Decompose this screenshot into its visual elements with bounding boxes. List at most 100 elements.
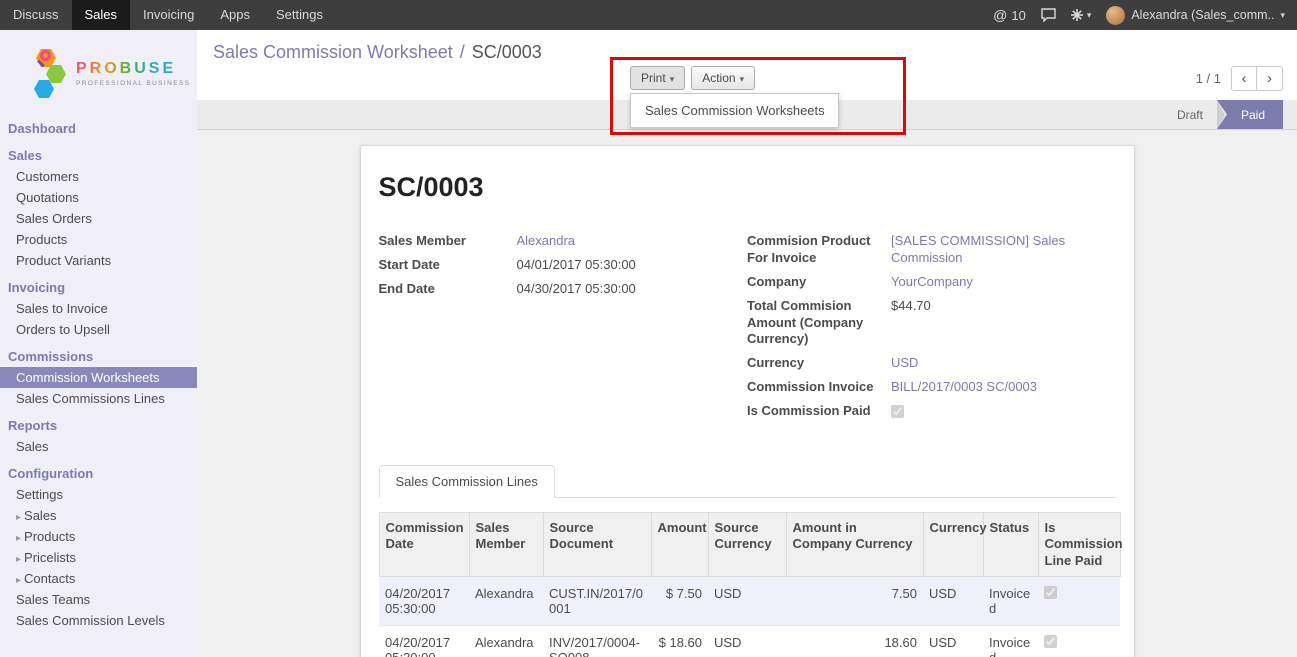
- breadcrumb-parent[interactable]: Sales Commission Worksheet: [213, 42, 453, 62]
- sidebar-item-sales-commission-levels[interactable]: Sales Commission Levels: [0, 610, 197, 631]
- breadcrumb-separator: /: [460, 42, 465, 62]
- field-label: Commission Invoice: [747, 379, 891, 396]
- expand-caret-icon: ▸: [16, 512, 21, 523]
- field-company: Company YourCompany: [747, 274, 1116, 291]
- sidebar-item-products[interactable]: Products: [0, 229, 197, 250]
- sidebar-item-sales-teams[interactable]: Sales Teams: [0, 589, 197, 610]
- sidebar-item-config-contacts[interactable]: ▸Contacts: [0, 568, 197, 589]
- field-value-currency[interactable]: USD: [891, 355, 918, 372]
- breadcrumb-current: SC/0003: [472, 42, 542, 62]
- table-row[interactable]: 04/20/2017 05:30:00 Alexandra CUST.IN/20…: [379, 576, 1120, 625]
- action-button[interactable]: Action▾: [691, 66, 755, 90]
- tab-strip: Sales Commission Lines: [379, 465, 1116, 498]
- menu-invoicing[interactable]: Invoicing: [130, 0, 207, 30]
- logo-name: PROBUSE: [76, 60, 190, 78]
- column-header-amount[interactable]: Amount: [651, 513, 708, 577]
- sidebar-heading-configuration[interactable]: Configuration: [0, 463, 197, 484]
- sidebar-heading-reports[interactable]: Reports: [0, 415, 197, 436]
- print-dropdown-menu: Sales Commission Worksheets: [630, 93, 839, 128]
- user-menu[interactable]: Alexandra (Sales_comm.. ▾: [1106, 6, 1285, 25]
- column-header-status[interactable]: Status: [983, 513, 1038, 577]
- chat-bubble-icon: [1041, 8, 1056, 22]
- sidebar-item-customers[interactable]: Customers: [0, 166, 197, 187]
- sidebar-heading-sales[interactable]: Sales: [0, 145, 197, 166]
- field-label: Sales Member: [379, 233, 517, 250]
- field-column-right: Commision Product For Invoice [SALES COM…: [747, 233, 1116, 427]
- field-label: Is Commission Paid: [747, 403, 891, 420]
- column-header-source-currency[interactable]: Source Currency: [708, 513, 786, 577]
- field-value-sales-member[interactable]: Alexandra: [517, 233, 576, 250]
- cell-source-currency: USD: [708, 576, 786, 625]
- sidebar-heading-invoicing[interactable]: Invoicing: [0, 277, 197, 298]
- menu-discuss[interactable]: Discuss: [0, 0, 72, 30]
- sidebar-item-reports-sales[interactable]: Sales: [0, 436, 197, 457]
- sidebar-item-quotations[interactable]: Quotations: [0, 187, 197, 208]
- sidebar-item-config-sales[interactable]: ▸Sales: [0, 505, 197, 526]
- app-logo[interactable]: PROBUSE PROFESSIONAL BUSINESS: [0, 30, 197, 112]
- mentions-button[interactable]: @ 10: [993, 7, 1026, 23]
- field-value-company[interactable]: YourCompany: [891, 274, 973, 291]
- menu-apps[interactable]: Apps: [207, 0, 263, 30]
- field-label: Total Commision Amount (Company Currency…: [747, 298, 891, 349]
- cell-amount: $ 7.50: [651, 576, 708, 625]
- field-sales-member: Sales Member Alexandra: [379, 233, 748, 250]
- chevron-down-icon: ▾: [1087, 10, 1092, 21]
- field-commission-invoice: Commission Invoice BILL/2017/0003 SC/000…: [747, 379, 1116, 396]
- field-label: Company: [747, 274, 891, 291]
- column-header-source-document[interactable]: Source Document: [543, 513, 651, 577]
- status-stage-paid: Paid: [1217, 100, 1283, 129]
- sidebar-item-sales-orders[interactable]: Sales Orders: [0, 208, 197, 229]
- chat-button[interactable]: [1041, 8, 1056, 22]
- print-button[interactable]: Print▾: [630, 66, 685, 90]
- sidebar-item-settings[interactable]: Settings: [0, 484, 197, 505]
- breadcrumb: Sales Commission Worksheet / SC/0003: [213, 42, 1297, 63]
- pager-previous-button[interactable]: ‹: [1231, 66, 1257, 91]
- user-name: Alexandra (Sales_comm..: [1131, 8, 1274, 22]
- sidebar-item-config-products[interactable]: ▸Products: [0, 526, 197, 547]
- cell-currency: USD: [923, 576, 983, 625]
- menu-settings[interactable]: Settings: [263, 0, 336, 30]
- avatar: [1106, 6, 1125, 25]
- field-label: Start Date: [379, 257, 517, 274]
- field-label: Currency: [747, 355, 891, 372]
- sidebar-heading-dashboard[interactable]: Dashboard: [0, 118, 197, 139]
- sidebar-item-sales-commissions-lines[interactable]: Sales Commissions Lines: [0, 388, 197, 409]
- mention-count: 10: [1011, 8, 1025, 23]
- page: Discuss Sales Invoicing Apps Settings @ …: [0, 0, 1297, 657]
- action-button-label: Action: [702, 71, 735, 85]
- column-header-amount-company-currency[interactable]: Amount in Company Currency: [786, 513, 923, 577]
- line-paid-checkbox: [1044, 586, 1057, 599]
- menu-item-sales-commission-worksheets[interactable]: Sales Commission Worksheets: [631, 98, 838, 123]
- field-label: Commision Product For Invoice: [747, 233, 891, 267]
- field-value-commission-invoice[interactable]: BILL/2017/0003 SC/0003: [891, 379, 1037, 396]
- sidebar-heading-commissions[interactable]: Commissions: [0, 346, 197, 367]
- cell-source-document: CUST.IN/2017/0001: [543, 576, 651, 625]
- column-header-commission-date[interactable]: Commission Date: [379, 513, 469, 577]
- field-column-left: Sales Member Alexandra Start Date 04/01/…: [379, 233, 748, 427]
- sidebar-item-product-variants[interactable]: Product Variants: [0, 250, 197, 271]
- cell-sales-member: Alexandra: [469, 625, 543, 657]
- menu-sales[interactable]: Sales: [72, 0, 131, 30]
- activities-button[interactable]: ▾: [1071, 9, 1092, 21]
- pager-next-button[interactable]: ›: [1257, 66, 1283, 91]
- sidebar-item-commission-worksheets[interactable]: Commission Worksheets: [0, 367, 197, 388]
- cell-sales-member: Alexandra: [469, 576, 543, 625]
- tab-sales-commission-lines[interactable]: Sales Commission Lines: [379, 465, 555, 498]
- column-header-is-commission-line-paid[interactable]: Is Commission Line Paid: [1038, 513, 1120, 577]
- column-header-sales-member[interactable]: Sales Member: [469, 513, 543, 577]
- field-end-date: End Date 04/30/2017 05:30:00: [379, 281, 748, 298]
- field-currency: Currency USD: [747, 355, 1116, 372]
- expand-caret-icon: ▸: [16, 554, 21, 565]
- sidebar-item-orders-to-upsell[interactable]: Orders to Upsell: [0, 319, 197, 340]
- sidebar-item-config-pricelists[interactable]: ▸Pricelists: [0, 547, 197, 568]
- field-value-start-date: 04/01/2017 05:30:00: [517, 257, 636, 274]
- column-header-currency[interactable]: Currency: [923, 513, 983, 577]
- notebook: Sales Commission Lines Commission Date S…: [379, 465, 1116, 657]
- field-group: Sales Member Alexandra Start Date 04/01/…: [379, 233, 1116, 427]
- sidebar-item-sales-to-invoice[interactable]: Sales to Invoice: [0, 298, 197, 319]
- table-row[interactable]: 04/20/2017 05:30:00 Alexandra INV/2017/0…: [379, 625, 1120, 657]
- toolbar: Print▾ Action▾: [630, 66, 755, 90]
- field-value-commission-product[interactable]: [SALES COMMISSION] Sales Commission: [891, 233, 1116, 267]
- form-sheet: SC/0003 Sales Member Alexandra Start Dat…: [360, 145, 1135, 657]
- main-content: Sales Commission Worksheet / SC/0003 Print…: [197, 30, 1297, 657]
